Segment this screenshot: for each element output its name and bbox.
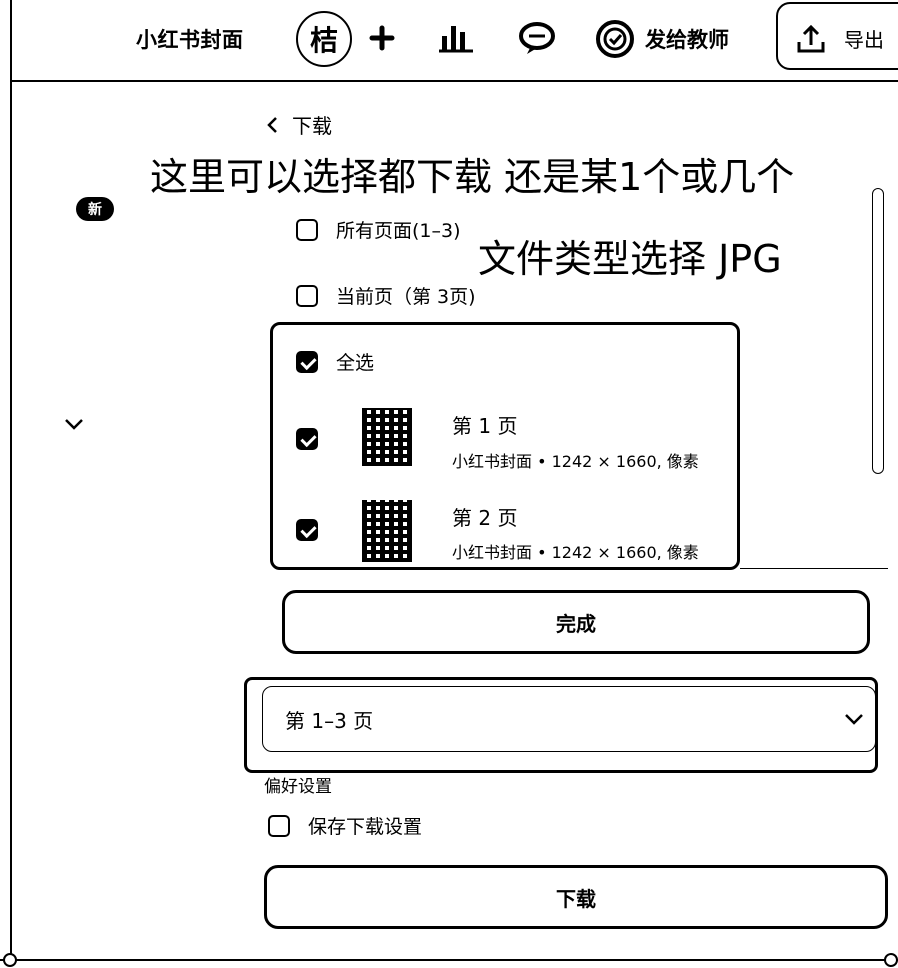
preferences-heading: 偏好设置 (264, 777, 332, 797)
all-pages-checkbox[interactable] (296, 218, 318, 241)
left-border (10, 0, 12, 960)
upload-icon (794, 22, 828, 56)
current-page-checkbox[interactable] (296, 284, 318, 307)
page-2-title: 第 2 页 (452, 506, 518, 530)
page-1-checkbox[interactable] (296, 428, 318, 450)
bottom-border (0, 959, 898, 961)
back-label: 下载 (292, 114, 332, 138)
current-page-label: 当前页（第 3页) (336, 286, 476, 308)
resize-handle-right[interactable] (884, 953, 898, 967)
page-1-checkbox-wrap[interactable] (296, 428, 318, 450)
annotation-file-type: 文件类型选择 JPG (478, 237, 782, 281)
bar-chart-icon[interactable] (436, 20, 476, 56)
page-1-meta: 小红书封面 • 1242 × 1660, 像素 (452, 452, 699, 471)
done-button[interactable]: 完成 (282, 590, 870, 654)
page-2-thumbnail (362, 500, 412, 562)
select-all-checkbox[interactable] (296, 350, 318, 373)
page-1-title: 第 1 页 (452, 414, 518, 438)
annotation-download-choice: 这里可以选择都下载 还是某1个或几个 (150, 155, 795, 199)
chevron-down-icon (845, 714, 863, 725)
export-label: 导出 (844, 28, 884, 52)
page-range-value: 第 1–3 页 (285, 708, 374, 733)
chevron-left-icon (267, 116, 277, 133)
page-1-thumbnail (362, 408, 412, 466)
page-2-meta: 小红书封面 • 1242 × 1660, 像素 (452, 543, 699, 562)
scrollbar[interactable] (872, 188, 884, 474)
resize-handle-left[interactable] (3, 953, 17, 967)
option-all-pages[interactable]: 所有页面(1–3) (296, 216, 461, 243)
user-avatar[interactable]: 桔 (296, 11, 352, 67)
chevron-down-icon[interactable] (62, 414, 86, 434)
new-badge: 新 (76, 197, 114, 221)
page-2-checkbox[interactable] (296, 519, 318, 541)
page-2-checkbox-wrap[interactable] (296, 519, 318, 541)
option-current-page[interactable]: 当前页（第 3页) (296, 282, 476, 309)
send-to-teacher-button[interactable]: 发给教师 (645, 24, 729, 54)
document-title[interactable]: 小红书封面 (136, 24, 244, 54)
save-settings-row[interactable]: 保存下载设置 (268, 812, 422, 839)
divider (740, 568, 888, 569)
save-settings-label: 保存下载设置 (308, 816, 423, 838)
all-pages-label: 所有页面(1–3) (336, 220, 461, 242)
check-circle-icon[interactable] (594, 18, 636, 60)
back-to-download[interactable]: 下载 (266, 110, 332, 139)
select-all-row[interactable]: 全选 (296, 348, 374, 375)
save-settings-checkbox[interactable] (268, 814, 290, 837)
plus-icon[interactable] (366, 22, 398, 54)
download-button[interactable]: 下载 (264, 865, 888, 929)
speech-bubble-icon[interactable] (516, 18, 558, 58)
select-all-label: 全选 (336, 352, 375, 374)
page-range-select[interactable]: 第 1–3 页 (262, 686, 876, 752)
